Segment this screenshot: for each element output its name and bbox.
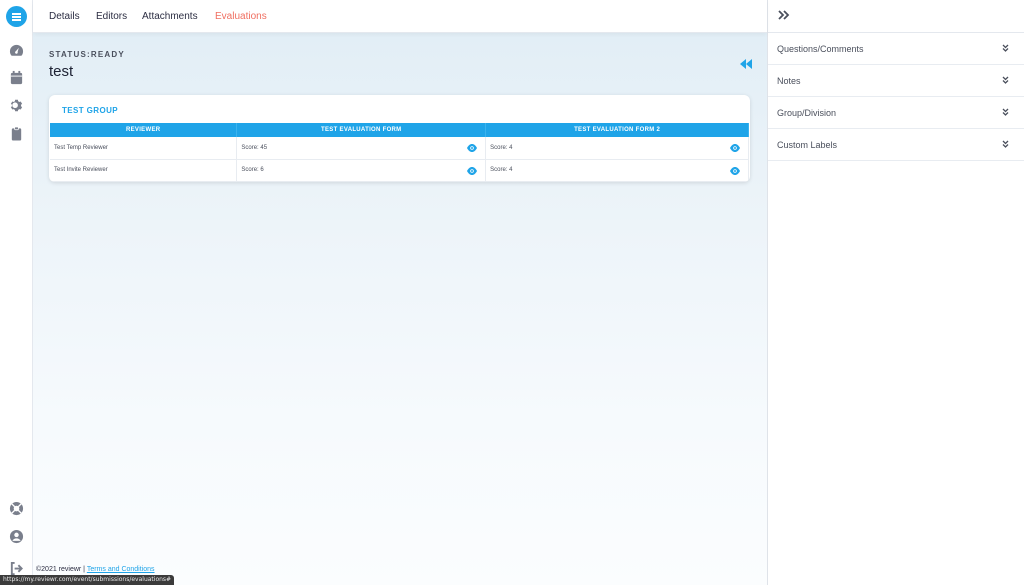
eye-icon[interactable] (467, 166, 478, 175)
calendar-icon[interactable] (9, 70, 24, 85)
score-cell: Score: 6 (236, 159, 487, 182)
accordion-notes[interactable]: Notes (768, 65, 1024, 97)
page-title: test (49, 63, 74, 80)
logout-icon[interactable] (9, 561, 24, 576)
reviewer-cell: Test Invite Reviewer (50, 159, 238, 182)
tab-details[interactable]: Details (49, 11, 80, 22)
table-row: Test Invite Reviewer Score: 6 Score: 4 (50, 159, 749, 182)
score-cell: Score: 4 (485, 137, 749, 160)
reviewer-cell: Test Temp Reviewer (50, 137, 238, 160)
accordion-group-division[interactable]: Group/Division (768, 97, 1024, 129)
status-url-tooltip: https://my.reviewr.com/event/submissions… (0, 575, 175, 585)
eye-icon[interactable] (730, 144, 740, 152)
chevron-double-down-icon (1002, 44, 1009, 52)
evaluation-table: REVIEWER TEST EVALUATION FORM TEST EVALU… (50, 123, 749, 182)
right-panel: Questions/Comments Notes Group/Division … (767, 0, 1024, 585)
score-text: Score: 4 (490, 144, 513, 151)
accordion-label: Notes (777, 76, 801, 86)
terms-link[interactable]: Terms and Conditions (87, 566, 155, 573)
logo-icon[interactable] (6, 6, 27, 27)
main-content: STATUS:READY test TEST GROUP REVIEWER TE… (33, 33, 767, 585)
eye-icon[interactable] (467, 144, 478, 152)
accordion-label: Questions/Comments (777, 44, 864, 54)
status-label: STATUS:READY (49, 50, 125, 59)
score-text: Score: 6 (241, 167, 264, 173)
accordion-label: Group/Division (777, 108, 837, 118)
footer: ©2021 reviewr | Terms and Conditions (36, 566, 155, 573)
tab-evaluations[interactable]: Evaluations (215, 11, 267, 22)
accordion-custom-labels[interactable]: Custom Labels (768, 129, 1024, 161)
dashboard-icon[interactable] (9, 43, 24, 58)
rewind-icon[interactable] (740, 59, 752, 69)
chevron-double-down-icon (1002, 140, 1009, 148)
top-navigation: Details Editors Attachments Evaluations (33, 0, 767, 33)
column-header-form1: TEST EVALUATION FORM (236, 123, 487, 137)
chevron-double-down-icon (1002, 76, 1009, 84)
chevron-double-down-icon (1002, 108, 1009, 116)
table-row: Test Temp Reviewer Score: 45 Score: 4 (50, 137, 749, 160)
group-title: TEST GROUP (62, 106, 119, 115)
collapse-panel-icon[interactable] (778, 10, 790, 20)
score-text: Score: 45 (241, 144, 268, 151)
score-cell: Score: 4 (485, 159, 749, 182)
user-icon[interactable] (9, 529, 24, 544)
score-cell: Score: 45 (236, 137, 487, 160)
accordion-questions-comments[interactable]: Questions/Comments (768, 33, 1024, 65)
tab-editors[interactable]: Editors (96, 11, 127, 22)
column-header-form2: TEST EVALUATION FORM 2 (485, 123, 749, 137)
column-header-reviewer: REVIEWER (50, 123, 238, 137)
evaluation-group-card: TEST GROUP REVIEWER TEST EVALUATION FORM… (49, 95, 750, 182)
help-icon[interactable] (9, 501, 24, 516)
left-rail (0, 0, 33, 585)
copyright-text: ©2021 reviewr | (36, 566, 85, 573)
tab-attachments[interactable]: Attachments (142, 11, 198, 22)
accordion-label: Custom Labels (777, 140, 838, 150)
gear-icon[interactable] (9, 98, 24, 113)
eye-icon[interactable] (730, 166, 740, 175)
score-text: Score: 4 (490, 167, 513, 173)
clipboard-icon[interactable] (9, 126, 24, 141)
table-header-row: REVIEWER TEST EVALUATION FORM TEST EVALU… (50, 123, 749, 137)
